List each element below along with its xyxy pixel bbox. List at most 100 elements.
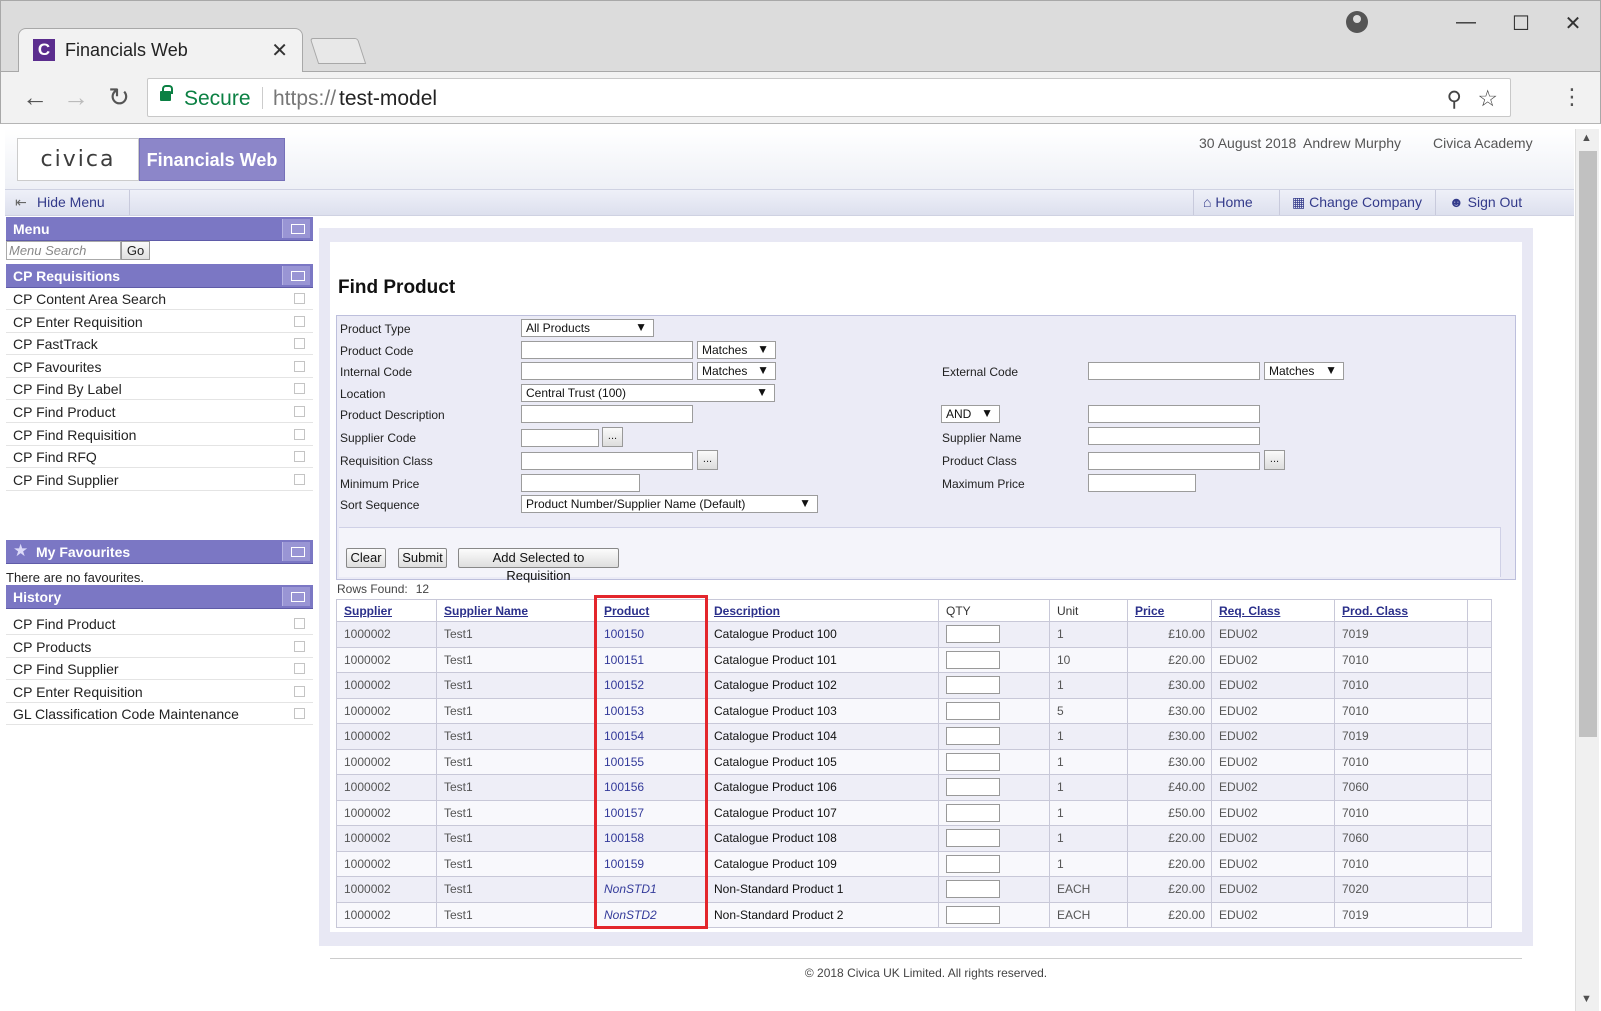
qty-input[interactable]	[946, 727, 1000, 746]
supplier-code-input[interactable]	[521, 429, 599, 447]
new-tab-button[interactable]	[309, 38, 367, 64]
menu-search-input[interactable]: Menu Search	[6, 241, 121, 260]
col-supplier-header[interactable]: Supplier	[336, 599, 437, 622]
browser-menu-icon[interactable]: ⋮	[1561, 84, 1583, 110]
location-select[interactable]: Central Trust (100) ▼	[521, 384, 775, 402]
submit-button[interactable]: Submit	[398, 548, 447, 568]
qty-input[interactable]	[946, 650, 1000, 669]
qty-input[interactable]	[946, 803, 1000, 822]
qty-input[interactable]	[946, 701, 1000, 720]
requisition-menu-item[interactable]: CP Find Supplier	[6, 469, 313, 491]
address-bar[interactable]: Secure https:// test-model ⚲ ☆	[147, 78, 1511, 117]
scroll-down-icon[interactable]: ▼	[1581, 993, 1592, 1005]
qty-input[interactable]	[946, 778, 1000, 797]
supplier-code-lookup-button[interactable]: ...	[602, 427, 623, 447]
history-menu-item[interactable]: CP Find Supplier	[6, 658, 313, 681]
panel-toggle-icon[interactable]	[282, 587, 310, 606]
col-description-header[interactable]: Description	[706, 599, 939, 622]
forward-icon[interactable]: →	[61, 82, 91, 113]
home-link[interactable]: ⌂ Home	[1203, 194, 1253, 210]
maximum-price-input[interactable]	[1088, 474, 1196, 492]
qty-input[interactable]	[946, 829, 1000, 848]
requisition-menu-item[interactable]: CP Content Area Search	[6, 288, 313, 310]
qty-input[interactable]	[946, 880, 1000, 899]
requisition-menu-item[interactable]: CP Find Requisition	[6, 424, 313, 446]
open-in-new-window-icon[interactable]	[294, 451, 305, 463]
requisition-class-lookup-button[interactable]: ...	[697, 450, 718, 470]
product-type-select[interactable]: All Products ▼	[521, 319, 654, 337]
product-class-input[interactable]	[1088, 452, 1260, 470]
qty-input[interactable]	[946, 625, 1000, 644]
product-code-input[interactable]	[521, 341, 693, 359]
profile-icon[interactable]	[1346, 11, 1368, 33]
open-in-new-window-icon[interactable]	[294, 383, 305, 395]
requisition-menu-item[interactable]: CP FastTrack	[6, 333, 313, 356]
cell-supplier: 1000002	[336, 850, 437, 877]
qty-input[interactable]	[946, 676, 1000, 695]
history-menu-item[interactable]: GL Classification Code Maintenance	[6, 703, 313, 726]
back-icon[interactable]: ←	[20, 82, 50, 113]
open-in-new-window-icon[interactable]	[294, 708, 305, 720]
change-company-link[interactable]: ▦ Change Company	[1292, 194, 1422, 211]
minimum-price-input[interactable]	[521, 474, 640, 492]
open-in-new-window-icon[interactable]	[294, 473, 305, 485]
open-in-new-window-icon[interactable]	[294, 663, 305, 675]
product-class-lookup-button[interactable]: ...	[1264, 450, 1285, 470]
window-close-icon[interactable]: ✕	[1553, 11, 1593, 36]
open-in-new-window-icon[interactable]	[294, 338, 305, 350]
open-in-new-window-icon[interactable]	[294, 428, 305, 440]
scroll-up-icon[interactable]: ▲	[1581, 132, 1592, 144]
open-in-new-window-icon[interactable]	[294, 360, 305, 372]
col-prod-class-header[interactable]: Prod. Class	[1334, 599, 1468, 622]
history-menu-item[interactable]: CP Find Product	[6, 613, 313, 635]
col-supplier-name-header[interactable]: Supplier Name	[436, 599, 597, 622]
supplier-name-input[interactable]	[1088, 427, 1260, 445]
sort-sequence-select[interactable]: Product Number/Supplier Name (Default) ▼	[521, 495, 818, 513]
product-description-input[interactable]	[521, 405, 693, 423]
panel-toggle-icon[interactable]	[282, 266, 310, 285]
open-in-new-window-icon[interactable]	[294, 640, 305, 652]
open-in-new-window-icon[interactable]	[294, 293, 305, 304]
zoom-icon[interactable]: ⚲	[1447, 87, 1462, 112]
panel-toggle-icon[interactable]	[282, 219, 310, 238]
internal-code-match-select[interactable]: Matches ▼	[697, 362, 776, 380]
col-req-class-header[interactable]: Req. Class	[1211, 599, 1335, 622]
browser-tab[interactable]: C Financials Web ✕	[18, 28, 303, 73]
clear-button[interactable]: Clear	[346, 548, 386, 568]
description-operator-select[interactable]: AND ▼	[941, 405, 1000, 423]
panel-toggle-icon[interactable]	[282, 542, 310, 561]
qty-input[interactable]	[946, 854, 1000, 873]
qty-input[interactable]	[946, 905, 1000, 924]
requisition-class-input[interactable]	[521, 452, 693, 470]
requisition-menu-item[interactable]: CP Find RFQ	[6, 446, 313, 469]
external-code-input[interactable]	[1088, 362, 1260, 380]
external-code-match-select[interactable]: Matches ▼	[1264, 362, 1344, 380]
history-menu-item[interactable]: CP Products	[6, 636, 313, 658]
sign-out-link[interactable]: ☻ Sign Out	[1449, 194, 1522, 210]
open-in-new-window-icon[interactable]	[294, 406, 305, 417]
history-menu-item[interactable]: CP Enter Requisition	[6, 681, 313, 703]
requisition-menu-item[interactable]: CP Enter Requisition	[6, 311, 313, 333]
product-code-match-select[interactable]: Matches ▼	[697, 341, 776, 359]
open-in-new-window-icon[interactable]	[294, 315, 305, 327]
maximize-icon[interactable]: ☐	[1501, 11, 1541, 36]
scroll-thumb[interactable]	[1579, 151, 1597, 737]
tab-close-icon[interactable]: ✕	[271, 38, 288, 63]
open-in-new-window-icon[interactable]	[294, 618, 305, 629]
col-price-header[interactable]: Price	[1127, 599, 1212, 622]
add-selected-to-requisition-button[interactable]: Add Selected to Requisition	[458, 548, 619, 583]
qty-input[interactable]	[946, 752, 1000, 771]
minimize-icon[interactable]: —	[1446, 11, 1486, 34]
requisition-menu-item[interactable]: CP Favourites	[6, 356, 313, 378]
open-in-new-window-icon[interactable]	[294, 685, 305, 697]
product-description-2-input[interactable]	[1088, 405, 1260, 423]
internal-code-input[interactable]	[521, 362, 693, 380]
page-scrollbar[interactable]: ▲ ▼	[1575, 129, 1599, 1011]
requisition-menu-item[interactable]: CP Find By Label	[6, 378, 313, 401]
bookmark-star-icon[interactable]: ☆	[1477, 85, 1498, 112]
requisition-menu-item[interactable]: CP Find Product	[6, 401, 313, 423]
reload-icon[interactable]: ↻	[104, 82, 134, 113]
cell-prod-class: 7010	[1334, 697, 1468, 724]
menu-search-go-button[interactable]: Go	[121, 241, 150, 260]
hide-menu-button[interactable]: ⇤ Hide Menu	[15, 194, 105, 211]
